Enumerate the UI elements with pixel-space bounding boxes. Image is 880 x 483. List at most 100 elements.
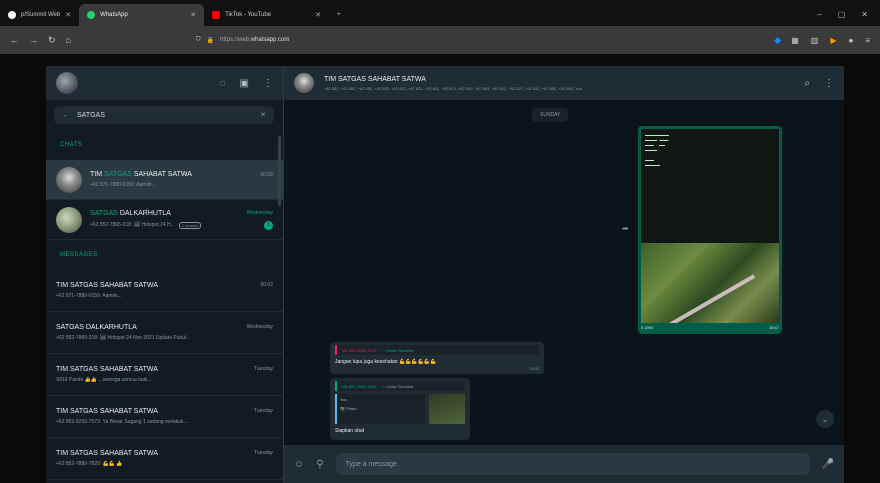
chat-result-item[interactable]: SATGAS DALKARHUTLA Wednesday +62 852-786… (46, 200, 283, 240)
chat-result-item[interactable]: TIM SATGAS SAHABAT SATWA 00:02 +62 871-7… (46, 160, 283, 200)
search-input[interactable] (77, 111, 237, 119)
menu-dots-icon[interactable]: ⋮ (824, 78, 834, 89)
group-avatar (56, 206, 82, 233)
message-preview: +62 852-7865-318: 🖼 Hotspot 24 Nov 2021 … (56, 335, 191, 341)
back-arrow-icon[interactable]: ← (62, 112, 69, 119)
toolbar-extensions: ▦ ▥ ▶ ● ≡ (791, 36, 870, 45)
extension-icon[interactable]: ◆ (774, 35, 781, 46)
message-result-item[interactable]: TIM SATGAS SAHABAT SATWA Tuesday Sfi19 Pa… (46, 354, 283, 396)
sidebar: ◌ ▣ ⋮ ← ✕ CHATS TIM SATGAS SAHABAT SATWA (46, 66, 284, 483)
clear-search-icon[interactable]: ✕ (260, 111, 266, 119)
group-avatar[interactable] (294, 73, 314, 93)
search-box: ← ✕ (54, 106, 274, 124)
message-time: Tuesday (254, 366, 273, 372)
quoted-reply[interactable]: +62 852-7880-7820 ~ Lestari Sahabat (335, 381, 465, 391)
map-image (641, 243, 779, 323)
conversation-title: TIM SATGAS SAHABAT SATWA (324, 75, 426, 83)
message-result-item[interactable]: TIM SATGAS SAHABAT SATWA Tuesday +62 853-… (46, 396, 283, 438)
forward-icon[interactable]: → (29, 35, 38, 45)
maximize-button[interactable]: ▢ (838, 10, 846, 19)
browser-titlebar: p/Summit Web ✕ WhatsApp ✕ TikTok - YouTu… (0, 0, 880, 26)
address-bar-row: ← → ↻ ⌂ ⛉ 🔒 https://web.whatsapp.com ◆ ▦… (0, 26, 880, 54)
attach-icon[interactable]: ⚲ (316, 459, 323, 470)
scroll-down-button[interactable]: ⌄ (816, 410, 834, 428)
reply-media-type: 📷 Photo (340, 406, 357, 411)
search-icon[interactable]: ⌕ (804, 78, 810, 89)
conversation-header[interactable]: TIM SATGAS SAHABAT SATWA +62 851, +62 85… (284, 66, 844, 100)
message-time: Wednesday (246, 324, 273, 330)
message-chat-name: TIM SATGAS SAHABAT SATWA (56, 408, 158, 415)
forward-icon[interactable]: ➦ (622, 224, 629, 233)
chat-preview: +62 871-7880-0150: Aamiin... (90, 182, 156, 188)
message-time: 19:02 (528, 366, 539, 371)
conversation-panel: TIM SATGAS SAHABAT SATWA +62 851, +62 85… (284, 66, 844, 483)
status-icon[interactable]: ◌ (220, 78, 226, 89)
sidebar-scrollbar[interactable] (278, 136, 281, 206)
lock-icon: 🔒 (206, 37, 214, 44)
image-message[interactable]: ▬▬▬▬▬▬▬▬ ▬▬▬▬ ▬▬▬ ▬▬▬ ▬▬ ▬▬▬▬ ▬▬▬ ▬▬▬▬▬ 0.199… (638, 126, 782, 334)
tab-label: WhatsApp (100, 12, 128, 18)
message-chat-name: TIM SATGAS SAHABAT SATWA (56, 282, 158, 289)
reply-thumbnail (429, 394, 465, 424)
sender-name: +62 853-9200-7573 (341, 347, 377, 353)
whatsapp-app: ◌ ▣ ⋮ ← ✕ CHATS TIM SATGAS SAHABAT SATWA (46, 66, 844, 483)
shield-icon: ⛉ (195, 36, 201, 43)
message-chat-name: TIM SATGAS SAHABAT SATWA (56, 366, 158, 373)
browser-tab-whatsapp[interactable]: WhatsApp ✕ (79, 4, 205, 26)
tab-label: p/Summit Web (21, 12, 61, 18)
my-avatar[interactable] (56, 72, 78, 94)
back-icon[interactable]: ← (10, 35, 19, 45)
browser-tab-1[interactable]: p/Summit Web ✕ (0, 4, 79, 26)
emoji-icon[interactable]: ☺ (294, 459, 304, 470)
message-preview: +62 871-7880-0150: Aamiin... (56, 293, 122, 299)
tab-close-icon[interactable]: ✕ (315, 11, 321, 19)
url-field[interactable]: ⛉ 🔒 https://web.whatsapp.com (196, 31, 764, 49)
message-text: Siapkan obat (335, 428, 365, 434)
message-result-item[interactable]: TIM SATGAS SAHABAT SATWA Tuesday +62 852-… (46, 438, 283, 480)
sidebar-header: ◌ ▣ ⋮ (46, 66, 283, 100)
sender-name: +62 852-7880-7820 (341, 383, 377, 389)
browser-tab-youtube[interactable]: TikTok - YouTube ✕ (204, 4, 329, 26)
section-chats: CHATS (60, 142, 83, 148)
extension-grid-icon[interactable]: ▦ (791, 36, 799, 45)
tab-close-icon[interactable]: ✕ (190, 11, 196, 19)
message-text: Jangan lupa juga kesehatan 💪💪💪💪💪💪 (335, 359, 437, 365)
profile-icon[interactable]: ● (848, 36, 853, 45)
minimize-button[interactable]: – (817, 10, 821, 19)
library-icon[interactable]: ▥ (811, 36, 819, 45)
reload-icon[interactable]: ↻ (48, 35, 56, 46)
incoming-message[interactable]: +62 853-9200-7573 ~ Lestari Sahabat Jang… (330, 342, 544, 374)
menu-icon[interactable]: ≡ (865, 36, 870, 45)
tab-close-icon[interactable]: ✕ (65, 11, 71, 19)
url-prefix: https://web. (219, 37, 251, 43)
message-result-item[interactable]: TIM SATGAS SAHABAT SATWA 00:02 +62 871-78… (46, 270, 283, 312)
close-window-button[interactable]: ✕ (861, 10, 868, 19)
message-preview: +62 853-9200-7573: Ya Benar Sagang 1 sed… (56, 419, 188, 425)
tab-label: TikTok - YouTube (225, 12, 272, 18)
message-result-item[interactable]: SATGAS DALKARHUTLA Wednesday +62 852-7865… (46, 312, 283, 354)
message-chat-name: SATGAS DALKARHUTLA (56, 324, 137, 331)
page-viewport: ◌ ▣ ⋮ ← ✕ CHATS TIM SATGAS SAHABAT SATWA (0, 54, 880, 483)
message-time: Tuesday (254, 408, 273, 414)
reply-card[interactable]: You 📷 Photo (335, 394, 465, 424)
menu-dots-icon[interactable]: ⋮ (263, 78, 273, 89)
new-tab-icon: + (337, 12, 341, 18)
incoming-message[interactable]: +62 852-7880-7820 ~ Lestari Sahabat You … (330, 378, 470, 440)
sender-tag: ~ Lestari Sahabat (382, 383, 414, 389)
extension-arrow-icon[interactable]: ▶ (830, 36, 836, 45)
microphone-icon[interactable]: 🎤 (822, 459, 834, 470)
chat-label: 1 unread (178, 221, 201, 229)
message-time: 00:02 (260, 282, 273, 288)
whatsapp-favicon-icon (87, 11, 96, 19)
quoted-reply[interactable]: +62 853-9200-7573 ~ Lestari Sahabat (335, 345, 539, 355)
message-input[interactable]: Type a message (335, 453, 810, 475)
new-chat-icon[interactable]: ▣ (240, 78, 249, 89)
group-members: +62 851, +62 852, +62 852, +62 853, +62 … (324, 85, 582, 91)
message-preview: Sfi19 Pande 👍👍 ...semoga semua baik... (56, 377, 152, 383)
chat-name: SATGAS DALKARHUTLA (90, 209, 171, 217)
new-tab-button[interactable]: + (329, 4, 349, 26)
image-thumbnail[interactable]: ▬▬▬▬▬▬▬▬ ▬▬▬▬ ▬▬▬ ▬▬▬ ▬▬ ▬▬▬▬ ▬▬▬ ▬▬▬▬▬ (641, 129, 779, 323)
compose-bar: ☺ ⚲ Type a message 🎤 (284, 445, 844, 483)
section-messages: MESSAGES (60, 252, 98, 258)
home-icon[interactable]: ⌂ (66, 35, 71, 45)
